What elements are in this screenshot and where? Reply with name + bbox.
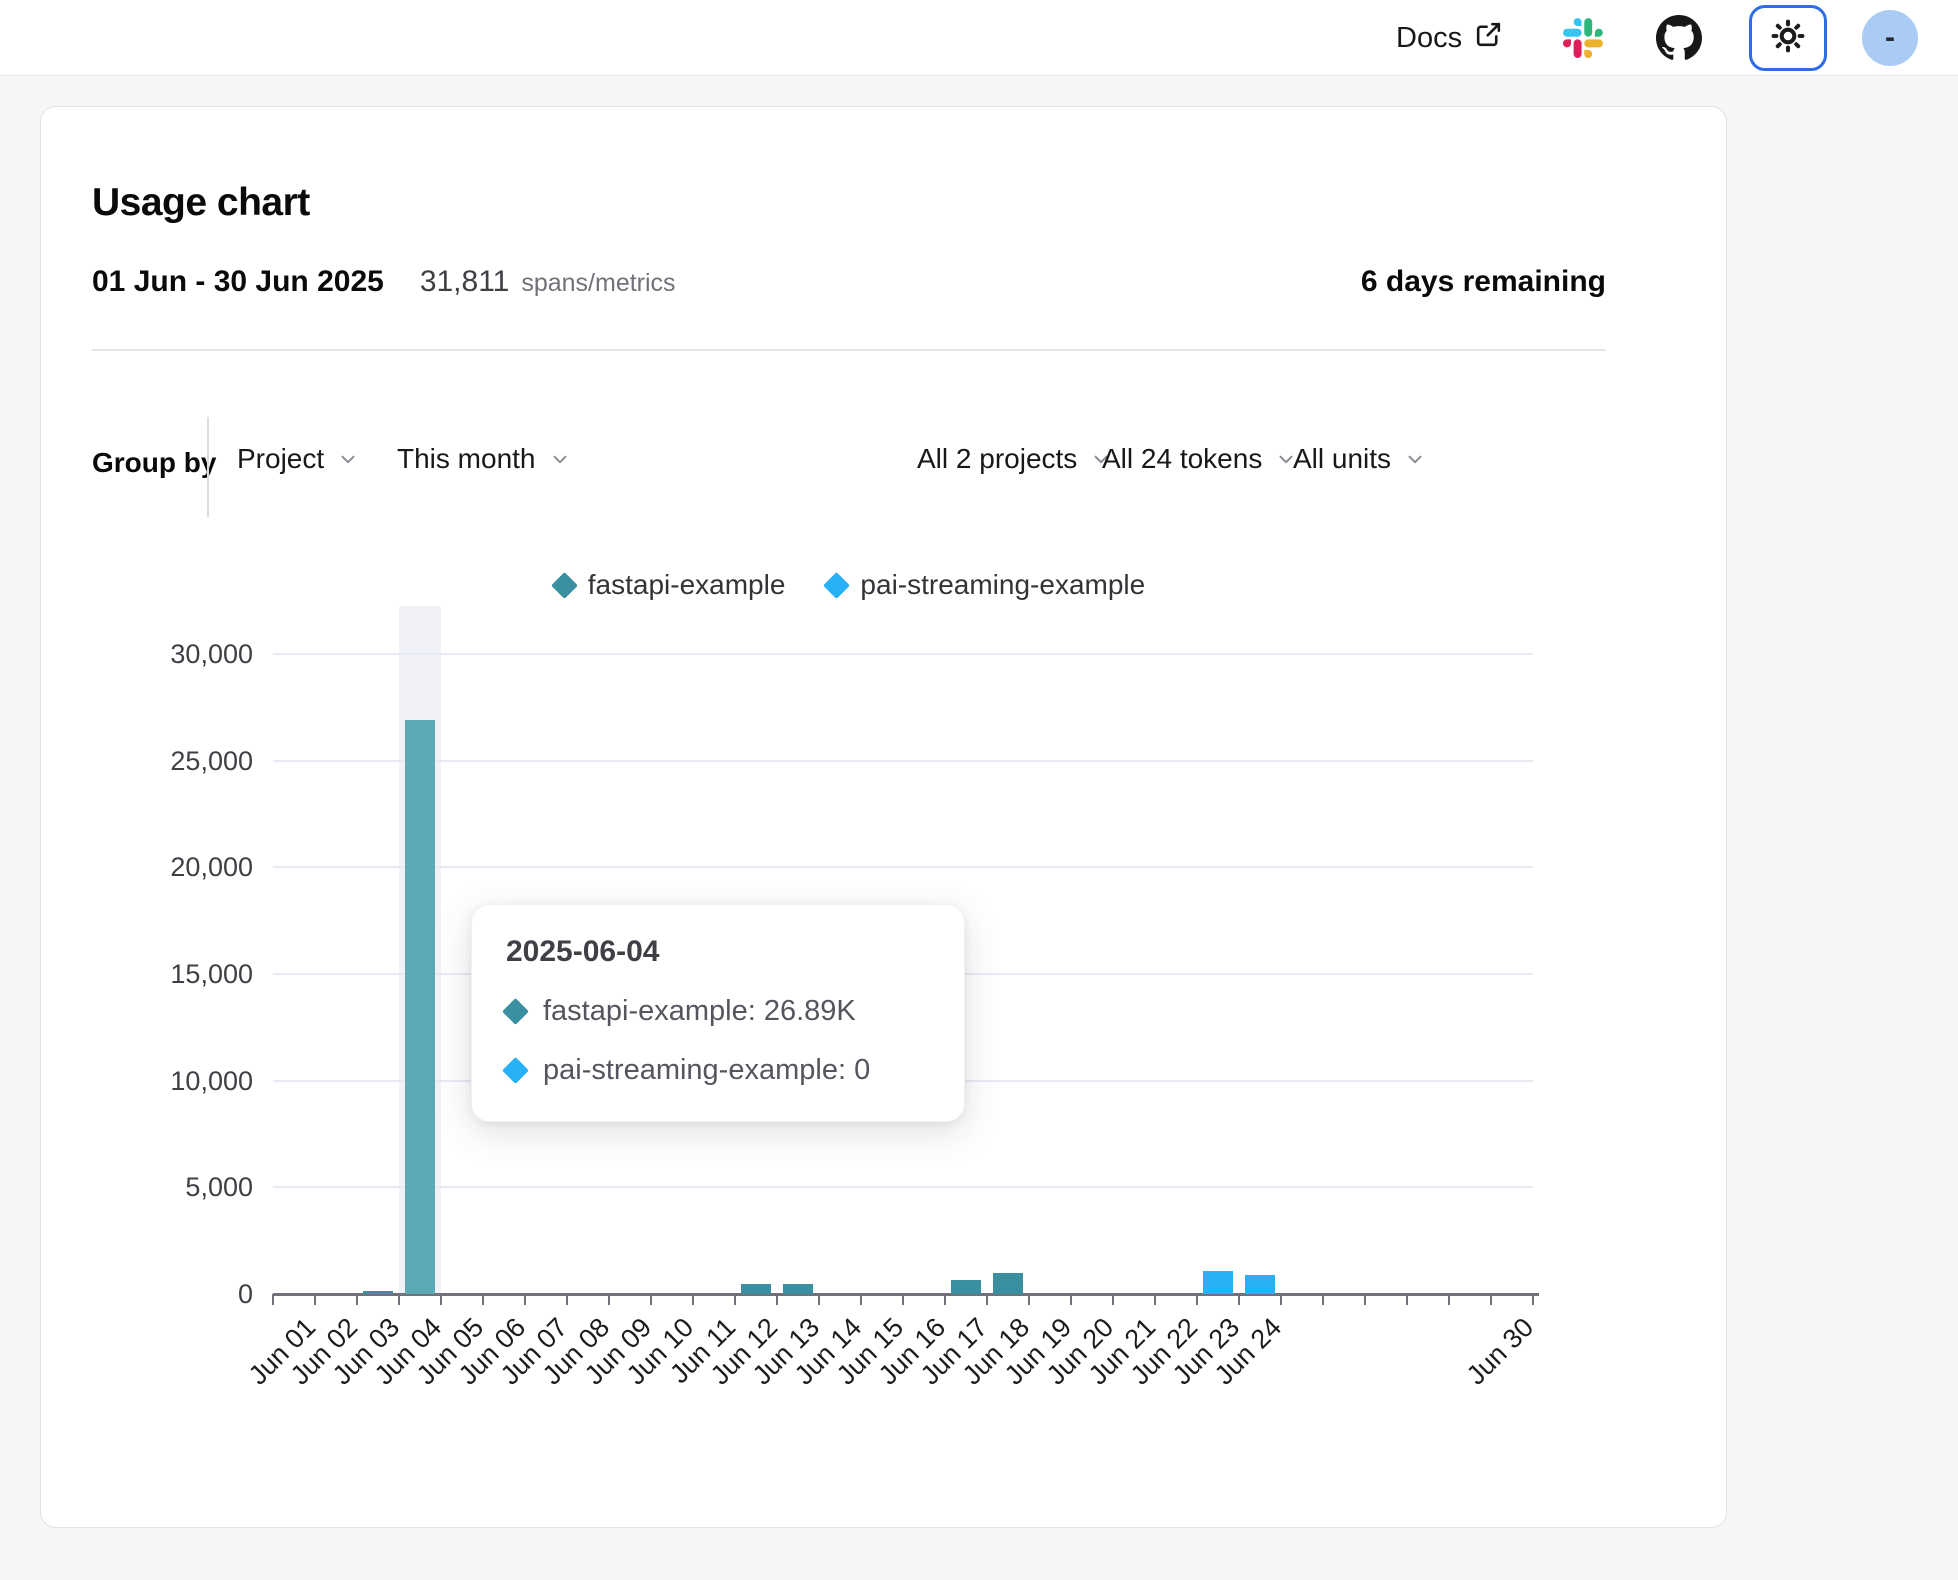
gridline (273, 653, 1533, 655)
tooltip-diamond-icon (502, 998, 529, 1025)
x-axis-tick (1448, 1294, 1450, 1305)
x-axis-tick (1196, 1294, 1198, 1305)
x-axis-tick (944, 1294, 946, 1305)
x-axis-tick (440, 1294, 442, 1305)
avatar[interactable]: - (1862, 10, 1918, 66)
sun-icon (1770, 18, 1806, 59)
x-axis-tick (1154, 1294, 1156, 1305)
x-axis-tick (1406, 1294, 1408, 1305)
x-axis-tick (860, 1294, 862, 1305)
x-axis-tick (986, 1294, 988, 1305)
gridline (273, 760, 1533, 762)
y-axis-label: 10,000 (93, 1066, 253, 1097)
x-axis-tick (818, 1294, 820, 1305)
external-link-icon (1473, 19, 1504, 58)
x-axis-tick (1532, 1294, 1534, 1305)
bar-fastapi-example-Jun-18[interactable] (993, 1273, 1023, 1294)
tooltip-row: pai-streaming-example: 0 (506, 1054, 930, 1087)
docs-label: Docs (1396, 22, 1462, 55)
x-axis-tick (314, 1294, 316, 1305)
bar-pai-streaming-example-Jun-24[interactable] (1245, 1275, 1275, 1294)
x-axis-tick (776, 1294, 778, 1305)
x-axis-tick (1238, 1294, 1240, 1305)
y-axis-label: 20,000 (93, 852, 253, 883)
x-axis-tick (734, 1294, 736, 1305)
bar-fastapi-example-Jun-12[interactable] (741, 1284, 771, 1294)
theme-toggle-button[interactable] (1749, 5, 1827, 71)
bar-fastapi-example-Jun-13[interactable] (783, 1284, 813, 1294)
x-axis-tick (566, 1294, 568, 1305)
gridline (273, 866, 1533, 868)
bar-fastapi-example-Jun-03[interactable] (363, 1291, 393, 1294)
top-header: Docs (0, 0, 1958, 76)
x-axis-tick (482, 1294, 484, 1305)
x-axis-tick (1112, 1294, 1114, 1305)
avatar-text: - (1885, 21, 1895, 55)
x-axis-tick (692, 1294, 694, 1305)
x-axis-tick (1028, 1294, 1030, 1305)
y-axis-label: 25,000 (93, 746, 253, 777)
chart-tooltip: 2025-06-04 fastapi-example: 26.89K pai-s… (471, 904, 965, 1122)
x-axis-tick (608, 1294, 610, 1305)
x-axis-tick (1070, 1294, 1072, 1305)
x-axis-tick (1322, 1294, 1324, 1305)
bar-fastapi-example-Jun-04[interactable] (405, 720, 435, 1294)
tooltip-title: 2025-06-04 (506, 935, 930, 969)
x-axis-tick (272, 1294, 274, 1305)
bar-pai-streaming-example-Jun-23[interactable] (1203, 1271, 1233, 1294)
tooltip-row: fastapi-example: 26.89K (506, 995, 930, 1028)
slack-icon[interactable] (1563, 18, 1603, 58)
x-axis-tick (1280, 1294, 1282, 1305)
x-axis-tick (1364, 1294, 1366, 1305)
x-axis-tick (398, 1294, 400, 1305)
x-axis-tick (524, 1294, 526, 1305)
x-axis-tick (902, 1294, 904, 1305)
x-axis-tick (1490, 1294, 1492, 1305)
bar-fastapi-example-Jun-17[interactable] (951, 1280, 981, 1294)
chart-plot: 05,00010,00015,00020,00025,00030,000Jun … (41, 107, 1728, 1529)
y-axis-label: 30,000 (93, 639, 253, 670)
gridline (273, 1186, 1533, 1188)
github-icon[interactable] (1656, 15, 1702, 61)
usage-card: Usage chart 01 Jun - 30 Jun 2025 31,811 … (40, 106, 1727, 1528)
x-axis-tick (650, 1294, 652, 1305)
y-axis-label: 15,000 (93, 959, 253, 990)
docs-link[interactable]: Docs (1396, 0, 1504, 76)
y-axis-label: 0 (93, 1279, 253, 1310)
y-axis-label: 5,000 (93, 1172, 253, 1203)
x-axis-line (273, 1293, 1539, 1296)
tooltip-diamond-icon (502, 1057, 529, 1084)
x-axis-tick (356, 1294, 358, 1305)
